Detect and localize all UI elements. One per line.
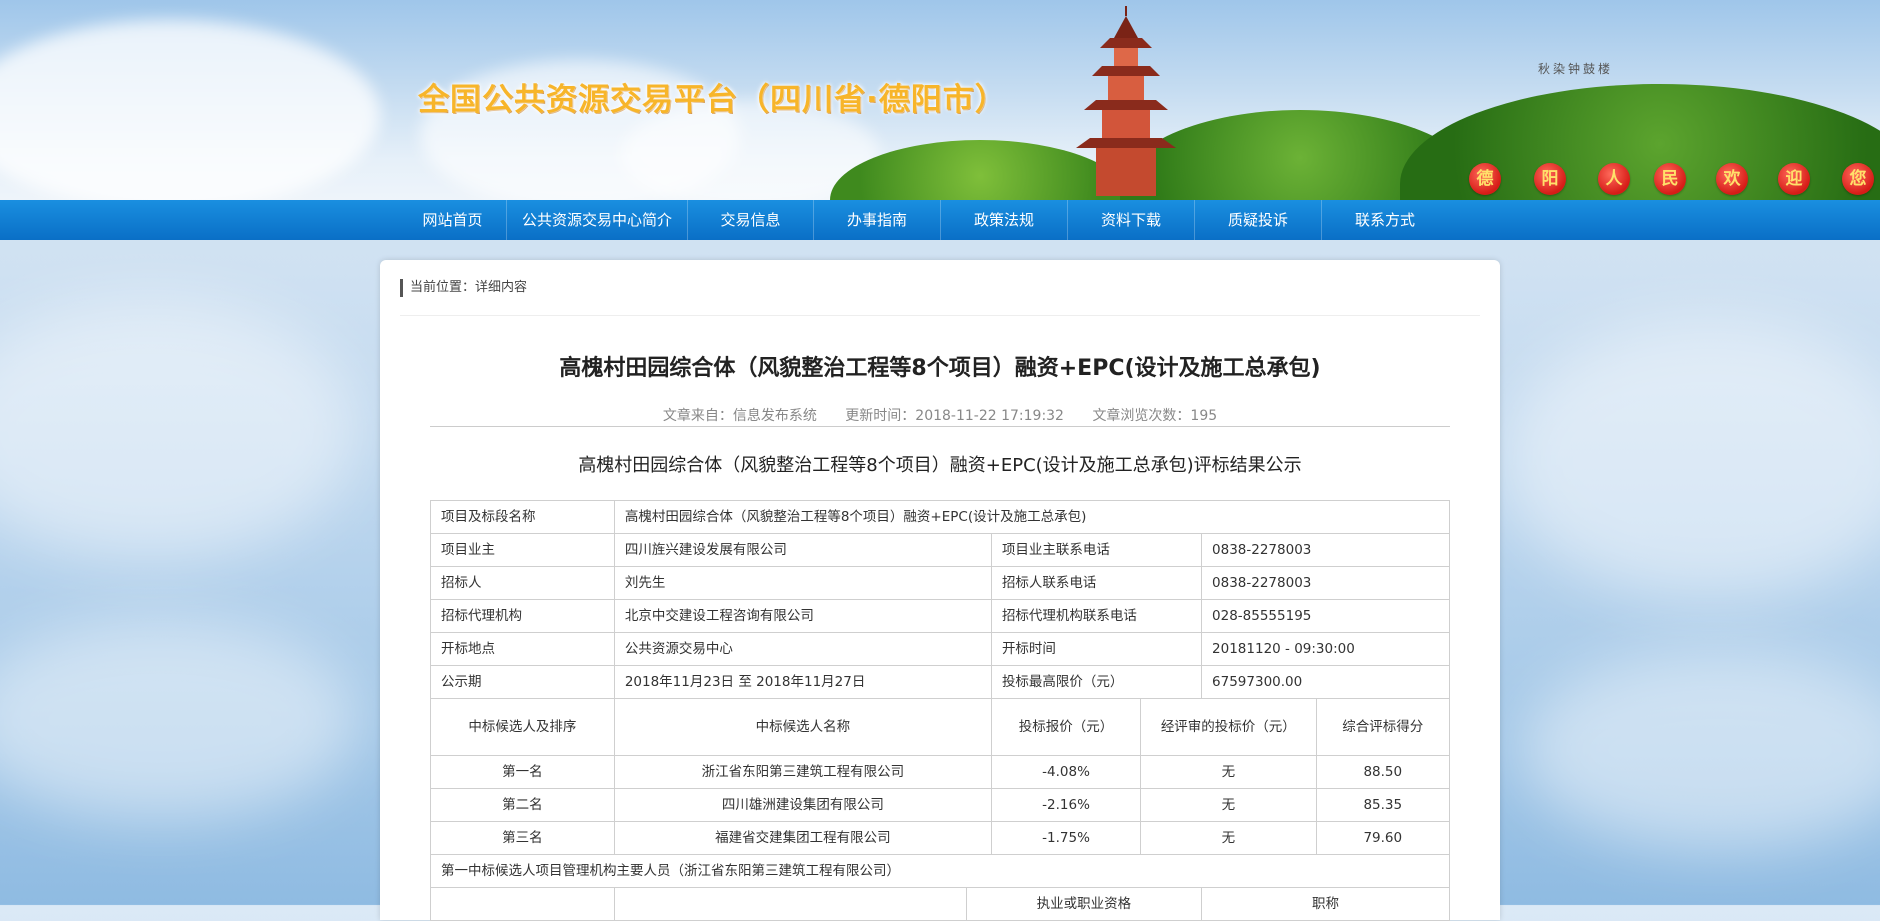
- table-label: 项目及标段名称: [430, 500, 615, 534]
- nav-guide[interactable]: 办事指南: [814, 200, 941, 240]
- nav-complaints[interactable]: 质疑投诉: [1195, 200, 1322, 240]
- table-header: 中标候选人及排序: [430, 698, 615, 756]
- table-row: 招标代理机构 北京中交建设工程咨询有限公司 招标代理机构联系电话 028-855…: [430, 599, 1450, 633]
- personnel-caption: 第一中标候选人项目管理机构主要人员（浙江省东阳第三建筑工程有限公司）: [430, 854, 1450, 888]
- candidate-name: 福建省交建集团工程有限公司: [613, 821, 992, 855]
- table-row: 第二名 四川雄洲建设集团有限公司 -2.16% 无 85.35: [430, 788, 1451, 822]
- background-cloud: [1520, 650, 1880, 850]
- table-label: 招标代理机构: [430, 599, 615, 633]
- table-row: 第三名 福建省交建集团工程有限公司 -1.75% 无 79.60: [430, 821, 1451, 855]
- candidate-rank: 第二名: [430, 788, 615, 822]
- background-cloud: [0, 300, 360, 560]
- table-header: 综合评标得分: [1315, 698, 1451, 756]
- candidate-bid: -2.16%: [990, 788, 1142, 822]
- table-value: 67597300.00: [1201, 665, 1450, 699]
- table-value: 20181120 - 09:30:00: [1201, 632, 1450, 666]
- nav-contact[interactable]: 联系方式: [1322, 200, 1448, 240]
- table-row: 项目及标段名称 高槐村田园综合体（风貌整治工程等8个项目）融资+EPC(设计及施…: [430, 500, 1451, 534]
- nav-policy[interactable]: 政策法规: [941, 200, 1068, 240]
- lantern: 人: [1598, 163, 1630, 195]
- candidate-score: 88.50: [1315, 755, 1451, 789]
- table-header: 中标候选人名称: [613, 698, 992, 756]
- table-value: 北京中交建设工程咨询有限公司: [613, 599, 992, 633]
- table-value: 刘先生: [613, 566, 992, 600]
- background-cloud: [0, 620, 360, 820]
- candidate-rank: 第三名: [430, 821, 615, 855]
- table-value: 028-85555195: [1201, 599, 1450, 633]
- table-header: 投标报价（元）: [990, 698, 1142, 756]
- result-table: 项目及标段名称 高槐村田园综合体（风貌整治工程等8个项目）融资+EPC(设计及施…: [430, 500, 1451, 921]
- lantern: 阳: [1534, 163, 1566, 195]
- nav-center-intro[interactable]: 公共资源交易中心简介: [507, 200, 688, 240]
- candidate-rank: 第一名: [430, 755, 615, 789]
- candidate-name: 四川雄洲建设集团有限公司: [613, 788, 992, 822]
- candidate-bid: -4.08%: [990, 755, 1142, 789]
- table-header: 经评审的投标价（元）: [1140, 698, 1317, 756]
- table-value: 四川旌兴建设发展有限公司: [613, 533, 992, 567]
- table-row: 招标人 刘先生 招标人联系电话 0838-2278003: [430, 566, 1450, 600]
- article-source: 文章来自：信息发布系统: [662, 408, 817, 424]
- article-updated: 更新时间：2018-11-22 17:19:32: [845, 408, 1064, 424]
- table-value: 高槐村田园综合体（风貌整治工程等8个项目）融资+EPC(设计及施工总承包): [613, 500, 1451, 534]
- table-header: 执业或职业资格: [965, 887, 1203, 921]
- nav-downloads[interactable]: 资料下载: [1068, 200, 1195, 240]
- breadcrumb-marker: [400, 279, 403, 297]
- site-title: 全国公共资源交易平台（四川省·德阳市）: [418, 82, 1007, 118]
- content-panel: 当前位置：详细内容 高槐村田园综合体（风貌整治工程等8个项目）融资+EPC(设计…: [380, 260, 1500, 921]
- personnel-header-row: 执业或职业资格 职称: [430, 887, 1450, 921]
- breadcrumb: 当前位置：详细内容: [400, 277, 1480, 316]
- lantern: 民: [1654, 163, 1686, 195]
- table-label: 招标人联系电话: [990, 566, 1203, 600]
- table-cell: [430, 887, 615, 921]
- lantern: 欢: [1716, 163, 1748, 195]
- candidate-header-row: 中标候选人及排序 中标候选人名称 投标报价（元） 经评审的投标价（元） 综合评标…: [430, 698, 1451, 756]
- article-subtitle: 高槐村田园综合体（风貌整治工程等8个项目）融资+EPC(设计及施工总承包)评标结…: [578, 455, 1302, 476]
- table-label: 项目业主: [430, 533, 615, 567]
- title-divider: [430, 426, 1450, 427]
- table-label: 招标代理机构联系电话: [990, 599, 1203, 633]
- table-label: 公示期: [430, 665, 615, 699]
- landmark-label: 秋染钟鼓楼: [1538, 62, 1614, 76]
- pagoda-icon: [1076, 6, 1176, 196]
- table-header: 职称: [1201, 887, 1450, 921]
- nav-home[interactable]: 网站首页: [399, 200, 507, 240]
- lantern: 您: [1842, 163, 1874, 195]
- table-row: 第一名 浙江省东阳第三建筑工程有限公司 -4.08% 无 88.50: [430, 755, 1451, 789]
- candidate-score: 79.60: [1315, 821, 1451, 855]
- lantern: 德: [1469, 163, 1501, 195]
- candidate-reviewed-bid: 无: [1140, 755, 1317, 789]
- candidate-reviewed-bid: 无: [1140, 788, 1317, 822]
- breadcrumb-text: 当前位置：详细内容: [410, 280, 528, 295]
- candidate-bid: -1.75%: [990, 821, 1142, 855]
- header-banner: 全国公共资源交易平台（四川省·德阳市） 秋染钟鼓楼 德 阳 人 民 欢 迎 您: [0, 0, 1880, 200]
- main-nav: 网站首页 公共资源交易中心简介 交易信息 办事指南 政策法规 资料下载 质疑投诉…: [0, 200, 1880, 240]
- banner-cloud: [0, 20, 380, 200]
- candidate-score: 85.35: [1315, 788, 1451, 822]
- lantern: 迎: [1778, 163, 1810, 195]
- table-label: 开标地点: [430, 632, 615, 666]
- background-cloud: [1500, 320, 1880, 600]
- article-views: 文章浏览次数：195: [1092, 408, 1218, 424]
- table-label: 投标最高限价（元）: [990, 665, 1203, 699]
- table-value: 0838-2278003: [1201, 533, 1450, 567]
- candidate-reviewed-bid: 无: [1140, 821, 1317, 855]
- table-value: 公共资源交易中心: [613, 632, 992, 666]
- table-row: 第一中标候选人项目管理机构主要人员（浙江省东阳第三建筑工程有限公司）: [430, 854, 1450, 888]
- table-row: 项目业主 四川旌兴建设发展有限公司 项目业主联系电话 0838-2278003: [430, 533, 1450, 567]
- table-label: 开标时间: [990, 632, 1203, 666]
- nav-trade-info[interactable]: 交易信息: [688, 200, 814, 240]
- table-row: 开标地点 公共资源交易中心 开标时间 20181120 - 09:30:00: [430, 632, 1450, 666]
- table-value: 0838-2278003: [1201, 566, 1450, 600]
- article-title: 高槐村田园综合体（风貌整治工程等8个项目）融资+EPC(设计及施工总承包): [559, 356, 1321, 381]
- table-row: 公示期 2018年11月23日 至 2018年11月27日 投标最高限价（元） …: [430, 665, 1450, 699]
- article-meta: 文章来自：信息发布系统 更新时间：2018-11-22 17:19:32 文章浏…: [380, 405, 1500, 425]
- candidate-name: 浙江省东阳第三建筑工程有限公司: [613, 755, 992, 789]
- table-label: 项目业主联系电话: [990, 533, 1203, 567]
- table-label: 招标人: [430, 566, 615, 600]
- table-value: 2018年11月23日 至 2018年11月27日: [613, 665, 992, 699]
- table-cell: [613, 887, 967, 921]
